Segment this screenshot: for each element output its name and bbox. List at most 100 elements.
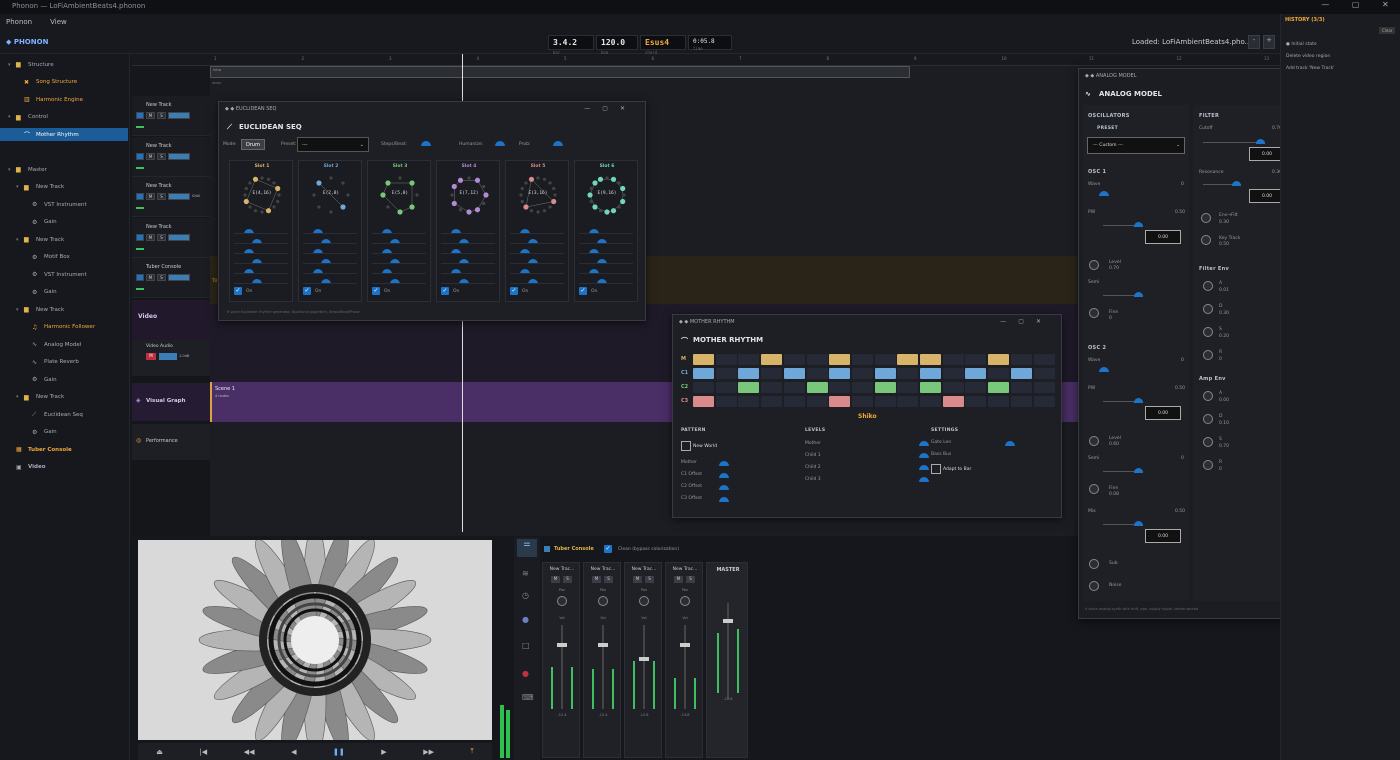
tempo-display[interactable]: 120.0 bpm [596,35,638,55]
rhythm-cell[interactable] [715,396,737,407]
rhythm-cell[interactable] [988,354,1010,365]
zoom-out-button[interactable]: - [1248,35,1260,49]
tree-item[interactable]: ▾ ▆ Control [0,111,48,124]
rhythm-cell[interactable] [1010,396,1032,407]
history-item[interactable]: ● Initial state [1286,42,1317,47]
intro-clip[interactable]: Intro [210,66,910,78]
tree-item[interactable]: ⚙ Motif Box [0,251,70,264]
sub-dial[interactable] [1089,559,1099,569]
tree-item[interactable]: ⚙ Gain [0,373,57,386]
rhythm-cell[interactable] [715,382,737,393]
wave-knob[interactable] [1099,191,1109,196]
c3-offset-knob[interactable] [719,497,729,502]
rhythm-cell[interactable] [874,368,896,379]
tree-item[interactable]: ▾ ▆ New Track [0,181,64,194]
step-back-icon[interactable]: ◀ [291,748,296,756]
tree-item[interactable]: ∿ Analog Model [0,338,81,351]
rhythm-cell[interactable] [829,368,851,379]
rhythm-cell[interactable] [738,382,760,393]
rhythm-cell[interactable] [988,368,1010,379]
position-display[interactable]: 3.4.2 bar [548,35,594,55]
rhythm-cell[interactable] [715,368,737,379]
track-header[interactable]: New Track M S [132,96,210,136]
channel-solo-button[interactable]: S [604,576,613,583]
mix-number-box[interactable]: 0.00 [1145,529,1181,543]
slot-on-checkbox[interactable]: ✓ [303,287,311,295]
rhythm-cell[interactable] [942,396,964,407]
steps-knob[interactable] [421,141,431,146]
play-icon[interactable]: ▶ [381,748,386,756]
amp-s-dial[interactable] [1203,437,1213,447]
volume-fader[interactable] [680,643,690,647]
clock-icon[interactable]: ◷ [522,591,529,600]
pan-dial[interactable] [680,596,690,606]
chevron-down-icon[interactable]: ▾ [8,167,16,173]
maximize-icon[interactable]: ▢ [1352,0,1360,14]
channel-solo-button[interactable]: S [645,576,654,583]
key-track-dial[interactable] [1201,235,1211,245]
chevron-down-icon[interactable]: ▾ [16,237,24,243]
rhythm-cell[interactable] [942,354,964,365]
rhythm-cell[interactable] [829,396,851,407]
rhythm-cell[interactable] [1033,368,1055,379]
wave-knob[interactable] [1099,367,1109,372]
semi-slider[interactable] [1103,292,1143,297]
env-filter-dial[interactable] [1201,213,1211,223]
zoom-in-button[interactable]: + [1263,35,1275,49]
bar-ruler[interactable]: 1 2 3 4 5 6 7 8 9 10 11 12 13 [132,54,1280,66]
rhythm-cell[interactable] [1033,354,1055,365]
chevron-down-icon[interactable]: ▾ [16,184,24,190]
mix-slider[interactable] [1103,521,1143,526]
rhythm-cell[interactable] [693,382,714,393]
menu-view[interactable]: View [50,18,67,26]
filter-a-dial[interactable] [1203,281,1213,291]
wifi-icon[interactable]: ≋ [522,569,529,578]
mute-button[interactable]: M [146,274,155,281]
rhythm-cell[interactable] [1033,396,1055,407]
tree-item[interactable]: ▥ Harmonic Engine [0,93,83,106]
rhythm-cell[interactable] [920,382,941,393]
rhythm-cell[interactable] [738,368,760,379]
filter-d-dial[interactable] [1203,304,1213,314]
history-clear-button[interactable]: Clear [1379,27,1396,34]
tree-item[interactable]: ▾ ▆ New Track [0,391,64,404]
rhythm-cell[interactable] [851,368,873,379]
rhythm-cell[interactable] [761,368,783,379]
chevron-down-icon[interactable]: ▾ [8,114,16,120]
mute-button[interactable]: M [146,152,155,160]
tree-item[interactable]: ✖ Song Structure [0,76,77,89]
tree-item[interactable]: ▾ ▆ New Track [0,303,64,316]
rhythm-cell[interactable] [715,354,737,365]
bass-bus-knob[interactable] [919,453,929,458]
channel-mute-button[interactable]: M [633,576,642,583]
tree-item[interactable]: ⚙ VST Instrument [0,198,87,211]
rhythm-cell[interactable] [851,382,873,393]
rhythm-cell[interactable] [942,368,964,379]
solo-button[interactable]: S [157,274,166,281]
visual-graph-header[interactable]: ◈ Visual Graph [132,383,210,421]
rhythm-cell[interactable] [806,354,828,365]
rhythm-cell[interactable] [965,382,987,393]
rhythm-window-controls[interactable]: —▢✕ [1000,318,1053,325]
pan-dial[interactable] [598,596,608,606]
channel-mute-button[interactable]: M [592,576,601,583]
level-dial[interactable] [1089,260,1099,270]
humanize-knob[interactable] [495,141,505,146]
pw-number-box[interactable]: 0.00 [1145,230,1181,244]
rhythm-cell[interactable] [806,382,828,393]
solo-button[interactable]: S [157,112,166,119]
tree-item[interactable]: ⚙ Gain [0,286,57,299]
volume-fader[interactable] [639,657,649,661]
rewind-icon[interactable]: ◀◀ [244,748,255,756]
tree-item[interactable]: ⚙ VST Instrument [0,268,87,281]
pan-dial[interactable] [557,596,567,606]
filter-r-dial[interactable] [1203,350,1213,360]
volume-slider[interactable] [168,152,190,160]
rhythm-cell[interactable] [965,354,987,365]
rhythm-cell[interactable] [693,354,714,365]
fine-dial[interactable] [1089,484,1099,494]
pause-icon[interactable]: ❚❚ [333,748,345,756]
preset-select[interactable]: --- Custom --- ⌄ [1087,137,1185,154]
adapt-to-bar-checkbox[interactable] [931,464,941,474]
mode-select[interactable]: Drum [241,139,265,150]
